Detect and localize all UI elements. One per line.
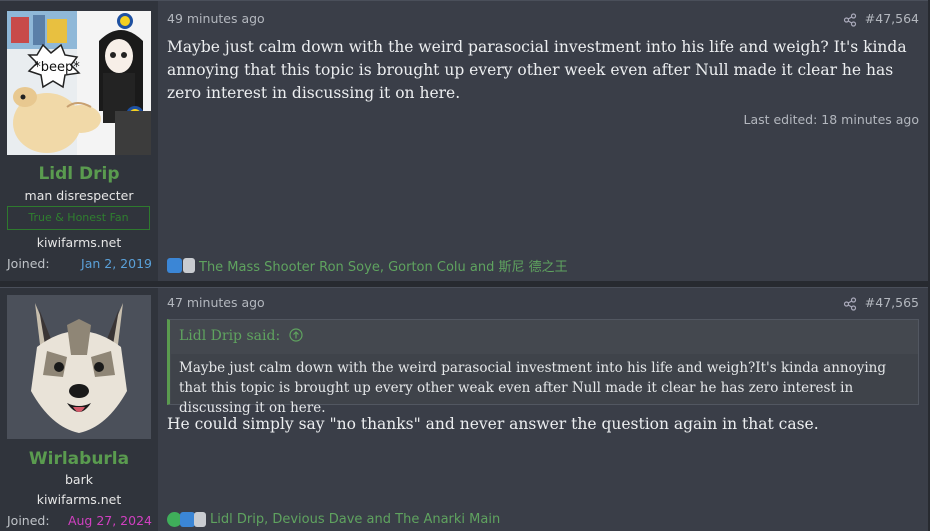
username[interactable]: Wirlaburla: [0, 449, 158, 469]
post: Wirlaburla bark kiwifarms.net Joined: Au…: [0, 287, 928, 531]
post-time[interactable]: 47 minutes ago: [167, 295, 265, 310]
share-icon[interactable]: [843, 296, 857, 311]
newspaper-reaction-icon: [183, 258, 195, 273]
quote-block: Lidl Drip said: Maybe just calm down wit…: [167, 319, 919, 416]
reactions-list[interactable]: Lidl Drip, Devious Dave and The Anarki M…: [210, 512, 500, 527]
like-reaction-icon: [167, 258, 182, 273]
quote-arrow-icon[interactable]: [289, 328, 303, 346]
quote-author[interactable]: Lidl Drip said:: [179, 328, 280, 344]
username[interactable]: Lidl Drip: [0, 164, 158, 184]
avatar[interactable]: *beep*: [7, 11, 151, 155]
joined-row: Joined: Jan 2, 2019: [7, 256, 152, 271]
user-banner: True & Honest Fan: [7, 206, 150, 230]
quote-body: Maybe just calm down with the weird para…: [171, 354, 918, 416]
newspaper-reaction-icon: [194, 512, 206, 527]
share-icon[interactable]: [843, 12, 857, 27]
post-time[interactable]: 49 minutes ago: [167, 11, 265, 26]
user-panel: Wirlaburla bark kiwifarms.net Joined: Au…: [0, 288, 158, 531]
post-body: He could simply say "no thanks" and neve…: [167, 415, 819, 433]
joined-date: Aug 27, 2024: [67, 513, 152, 528]
user-panel: *beep* Lidl Drip man disrespecter True &…: [0, 1, 158, 281]
user-title: man disrespecter: [24, 188, 134, 203]
post-body: Maybe just calm down with the weird para…: [167, 38, 907, 102]
post-number[interactable]: #47,565: [865, 295, 919, 310]
quote-header[interactable]: Lidl Drip said:: [179, 328, 303, 346]
user-site: kiwifarms.net: [36, 492, 122, 507]
reactions-bar[interactable]: The Mass Shooter Ron Soye, Gorton Colu a…: [167, 256, 568, 275]
reactions-bar[interactable]: Lidl Drip, Devious Dave and The Anarki M…: [167, 512, 500, 527]
joined-row: Joined: Aug 27, 2024: [7, 513, 152, 528]
user-title: bark: [65, 472, 93, 487]
joined-date: Jan 2, 2019: [81, 256, 152, 271]
reactions-list[interactable]: The Mass Shooter Ron Soye, Gorton Colu a…: [199, 256, 568, 275]
post-number[interactable]: #47,564: [865, 11, 919, 26]
like-reaction-icon: [180, 512, 195, 527]
user-site: kiwifarms.net: [36, 235, 122, 250]
avatar-beep-text: *beep*: [34, 60, 80, 75]
post: *beep* Lidl Drip man disrespecter True &…: [0, 0, 928, 281]
last-edited: Last edited: 18 minutes ago: [743, 112, 919, 127]
joined-label: Joined:: [7, 513, 50, 528]
avatar[interactable]: [7, 295, 151, 439]
joined-label: Joined:: [7, 256, 50, 271]
